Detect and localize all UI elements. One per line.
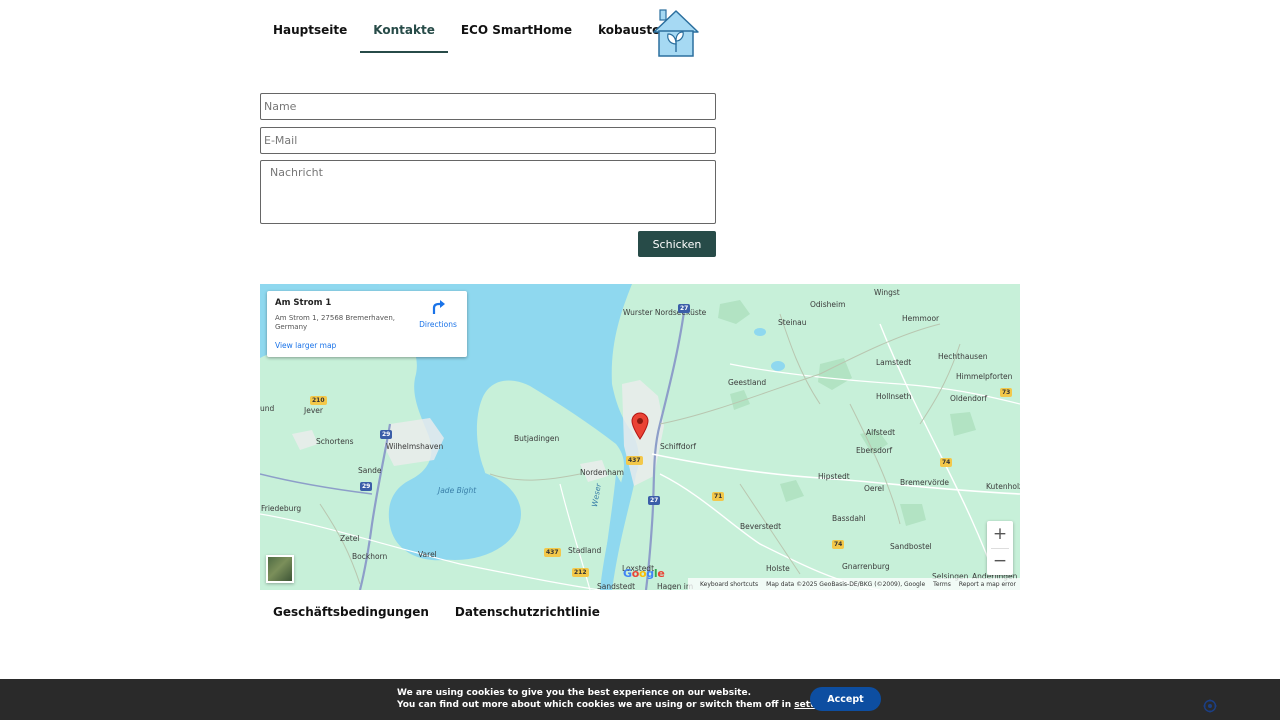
map-embed[interactable]: Wurster Nordseeküste Odisheim Wingst Ste… xyxy=(260,284,1020,590)
map-place-label: Kutenholz xyxy=(986,482,1020,491)
page: Hauptseite Kontakte ECO SmartHome kobaus… xyxy=(0,0,1280,720)
map-place-label: Steinau xyxy=(778,318,807,327)
map-info-address: Am Strom 1, 27568 Bremerhaven, Germany xyxy=(275,314,396,331)
message-textarea[interactable] xyxy=(260,160,716,224)
google-logo-letter: e xyxy=(657,567,665,580)
directions-label: Directions xyxy=(419,320,457,329)
email-input[interactable] xyxy=(260,127,716,154)
cookie-line-2: You can find out more about which cookie… xyxy=(397,699,839,711)
cookie-line-2-text: You can find out more about which cookie… xyxy=(397,700,795,710)
map-place-label: Stadland xyxy=(568,546,602,555)
map-place-label: Beverstedt xyxy=(740,522,782,531)
footer-links: Geschäftsbedingungen Datenschutzrichtlin… xyxy=(260,600,613,624)
map-place-label: Wurster Nordseeküste xyxy=(623,308,707,317)
map-attribution: Keyboard shortcuts Map data ©2025 GeoBas… xyxy=(688,578,1020,590)
map-place-label: Holste xyxy=(766,564,790,573)
road-shield: 27 xyxy=(678,304,691,313)
report-map-error-link[interactable]: Report a map error xyxy=(959,581,1016,588)
map-place-label: Ebersdorf xyxy=(856,446,893,455)
map-place-label: Geestland xyxy=(728,378,767,387)
map-place-label: Himmelpforten xyxy=(956,372,1013,381)
map-place-label: Sande xyxy=(358,466,382,475)
view-larger-map-link[interactable]: View larger map xyxy=(275,341,336,350)
nav-item-kontakte[interactable]: Kontakte xyxy=(360,15,448,53)
road-shield: 212 xyxy=(572,568,589,577)
terms-link[interactable]: Terms xyxy=(933,581,951,588)
main-nav: Hauptseite Kontakte ECO SmartHome kobaus… xyxy=(260,0,691,60)
road-shield: 73 xyxy=(1000,388,1013,397)
map-place-label: Varel xyxy=(418,550,437,559)
nav-item-hauptseite[interactable]: Hauptseite xyxy=(260,15,360,45)
accept-cookies-button[interactable]: Accept xyxy=(810,687,881,711)
map-water-label: Jade Bight xyxy=(438,486,477,495)
cookie-message: We are using cookies to give you the bes… xyxy=(397,687,839,711)
map-place-label: Schiffdorf xyxy=(660,442,696,451)
map-place-label: Odisheim xyxy=(810,300,846,309)
google-logo: Google xyxy=(623,567,665,580)
zoom-out-button[interactable]: − xyxy=(987,548,1013,575)
map-place-label: Schortens xyxy=(316,437,354,446)
terms-conditions-link[interactable]: Geschäftsbedingungen xyxy=(260,600,442,624)
map-place-label: Hipstedt xyxy=(818,472,850,481)
map-place-label: Bremervörde xyxy=(900,478,950,487)
send-button[interactable]: Schicken xyxy=(638,231,716,257)
map-pin-icon[interactable] xyxy=(631,412,649,440)
map-info-card: Am Strom 1 Am Strom 1, 27568 Bremerhaven… xyxy=(267,291,467,357)
privacy-policy-link[interactable]: Datenschutzrichtlinie xyxy=(442,600,613,624)
map-place-label: Alfstedt xyxy=(866,428,896,437)
map-place-label: Wilhelmshaven xyxy=(386,442,444,451)
map-place-label: Zetel xyxy=(340,534,360,543)
map-place-label: Gnarrenburg xyxy=(842,562,890,571)
map-place-label: Sandstedt xyxy=(597,582,636,590)
road-shield: 437 xyxy=(544,548,561,557)
name-input[interactable] xyxy=(260,93,716,120)
map-place-label: Sandbostel xyxy=(890,542,932,551)
directions-button[interactable]: Directions xyxy=(416,299,460,329)
cookie-bar: We are using cookies to give you the bes… xyxy=(0,679,1280,720)
map-place-label: und xyxy=(260,404,275,413)
road-shield: 29 xyxy=(360,482,373,491)
map-data-credit: Map data ©2025 GeoBasis-DE/BKG (©2009), … xyxy=(766,580,926,588)
map-place-label: Hollnseth xyxy=(876,392,912,401)
road-shield: 437 xyxy=(626,456,643,465)
road-shield: 74 xyxy=(940,458,953,467)
map-place-label: Lamstedt xyxy=(876,358,912,367)
map-place-label: Wingst xyxy=(874,288,900,297)
google-logo-letter: G xyxy=(623,567,632,580)
map-layer-icon[interactable] xyxy=(266,555,294,583)
map-place-label: Hemmoor xyxy=(902,314,940,323)
road-shield: 71 xyxy=(712,492,725,501)
nav-item-eco-smarthome[interactable]: ECO SmartHome xyxy=(448,15,585,45)
road-shield: 27 xyxy=(648,496,661,505)
map-place-label: Butjadingen xyxy=(514,434,560,443)
cookie-line-1: We are using cookies to give you the bes… xyxy=(397,688,751,698)
map-place-label: Oldendorf xyxy=(950,394,988,403)
map-place-label: Bassdahl xyxy=(832,514,866,523)
map-place-label: Oerel xyxy=(864,484,885,493)
road-shield: 74 xyxy=(832,540,845,549)
eco-house-logo-icon[interactable] xyxy=(651,8,701,58)
map-place-label: Bockhorn xyxy=(352,552,388,561)
map-place-label: Hechthausen xyxy=(938,352,988,361)
cookie-settings-icon[interactable] xyxy=(1203,699,1217,713)
map-place-label: Nordenham xyxy=(580,468,624,477)
map-place-label: Friedeburg xyxy=(261,504,302,513)
keyboard-shortcuts-link[interactable]: Keyboard shortcuts xyxy=(700,581,758,588)
road-shield: 210 xyxy=(310,396,327,405)
zoom-in-button[interactable]: + xyxy=(987,521,1013,548)
map-place-label: Jever xyxy=(304,406,323,415)
directions-icon xyxy=(432,300,445,314)
google-logo-letter: o xyxy=(631,567,640,580)
google-logo-letter: g xyxy=(646,567,654,580)
road-shield: 29 xyxy=(380,430,393,439)
map-zoom-control: + − xyxy=(987,521,1013,575)
